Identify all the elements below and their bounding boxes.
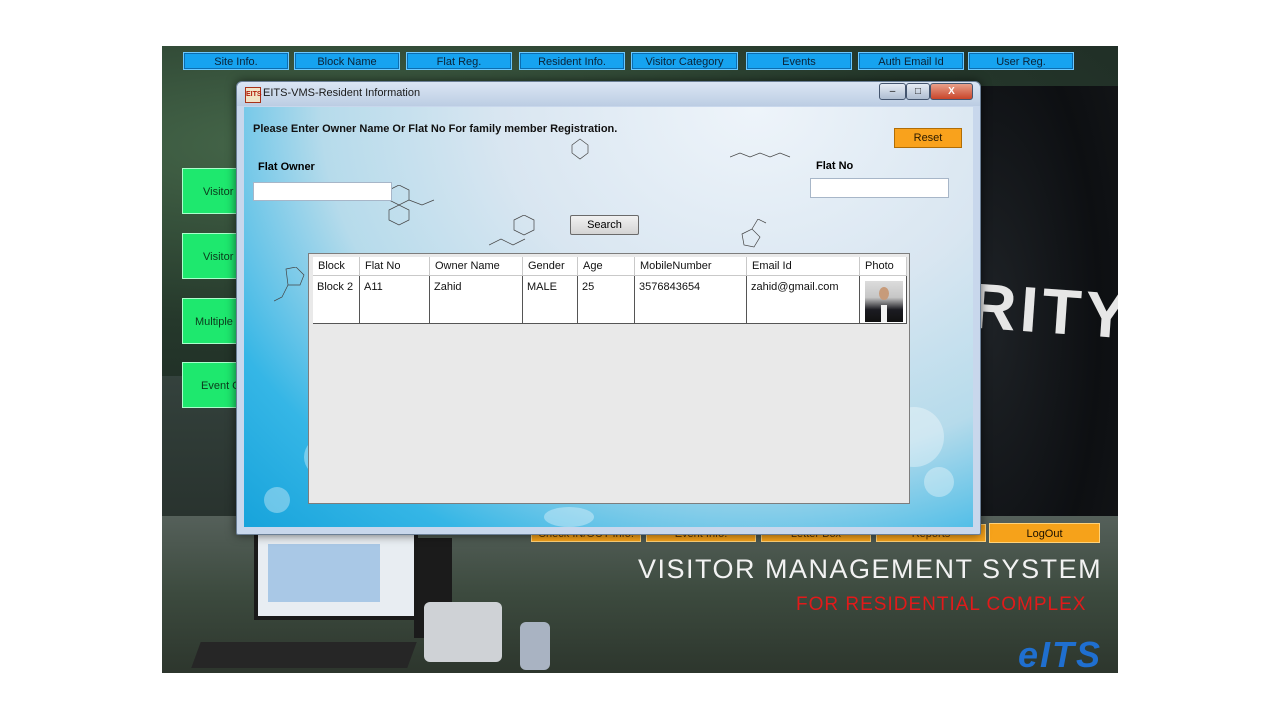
search-button[interactable]: Search xyxy=(570,215,639,235)
cell-email[interactable]: zahid@gmail.com xyxy=(747,276,860,324)
bokeh-decoration xyxy=(924,467,954,497)
molecule-doodle xyxy=(571,138,589,160)
app-icon: EITS xyxy=(245,87,262,103)
nav-resident-info-button[interactable]: Resident Info. xyxy=(519,52,625,70)
app-title: VISITOR MANAGEMENT SYSTEM xyxy=(638,554,1103,584)
resident-info-dialog: EITS EITS-VMS-Resident Information – □ X xyxy=(236,81,981,535)
maximize-button[interactable]: □ xyxy=(906,83,930,100)
nav-auth-email-button[interactable]: Auth Email Id xyxy=(858,52,964,70)
resident-table: Block Flat No Owner Name Gender Age Mobi… xyxy=(308,253,910,504)
close-button[interactable]: X xyxy=(930,83,973,100)
flat-owner-label: Flat Owner xyxy=(258,161,315,173)
keyboard-image xyxy=(191,642,417,668)
reset-button[interactable]: Reset xyxy=(894,128,962,148)
nav-visitor-category-button[interactable]: Visitor Category xyxy=(631,52,738,70)
flat-no-label: Flat No xyxy=(816,160,854,172)
dialog-title: EITS-VMS-Resident Information xyxy=(263,87,421,99)
cell-owner-name[interactable]: Zahid xyxy=(430,276,523,324)
molecule-doodle xyxy=(730,152,791,158)
table-row[interactable]: Block 2 A11 Zahid MALE 25 3576843654 zah… xyxy=(313,276,907,324)
table-header: Block Flat No Owner Name Gender Age Mobi… xyxy=(313,257,907,276)
nav-events-button[interactable]: Events xyxy=(746,52,852,70)
column-header-photo[interactable]: Photo xyxy=(860,257,907,276)
column-header-email[interactable]: Email Id xyxy=(747,257,860,276)
minimize-button[interactable]: – xyxy=(879,83,906,100)
column-header-flat-no[interactable]: Flat No xyxy=(360,257,430,276)
molecule-doodle xyxy=(274,267,305,302)
cell-block[interactable]: Block 2 xyxy=(313,276,360,324)
dialog-body: Please Enter Owner Name Or Flat No For f… xyxy=(244,107,973,527)
cell-flat-no[interactable]: A11 xyxy=(360,276,430,324)
column-header-block[interactable]: Block xyxy=(313,257,360,276)
app-subtitle: FOR RESIDENTIAL COMPLEX xyxy=(796,594,1087,615)
molecule-doodle xyxy=(489,215,535,246)
eits-logo: eITS xyxy=(1018,634,1103,673)
column-header-age[interactable]: Age xyxy=(578,257,635,276)
flat-no-input[interactable] xyxy=(810,178,949,198)
resident-photo xyxy=(865,281,903,322)
cell-age[interactable]: 25 xyxy=(578,276,635,324)
logout-button[interactable]: LogOut xyxy=(989,523,1100,543)
nav-site-info-button[interactable]: Site Info. xyxy=(183,52,289,70)
cell-mobile[interactable]: 3576843654 xyxy=(635,276,747,324)
fingerprint-scanner-image xyxy=(520,622,550,670)
dialog-titlebar[interactable]: EITS EITS-VMS-Resident Information – □ X xyxy=(237,82,980,106)
column-header-owner-name[interactable]: Owner Name xyxy=(430,257,523,276)
column-header-mobile[interactable]: MobileNumber xyxy=(635,257,747,276)
column-header-gender[interactable]: Gender xyxy=(523,257,578,276)
label-printer-image xyxy=(424,602,502,662)
monitor-image xyxy=(254,530,418,620)
bokeh-decoration xyxy=(264,487,290,513)
nav-block-name-button[interactable]: Block Name xyxy=(294,52,400,70)
cell-photo[interactable] xyxy=(860,276,907,324)
security-jacket-text: RITY xyxy=(967,269,1118,353)
bokeh-decoration xyxy=(544,507,594,527)
flat-owner-input[interactable] xyxy=(253,182,392,201)
cell-gender[interactable]: MALE xyxy=(523,276,578,324)
nav-flat-reg-button[interactable]: Flat Reg. xyxy=(406,52,512,70)
instruction-text: Please Enter Owner Name Or Flat No For f… xyxy=(253,123,618,135)
nav-user-reg-button[interactable]: User Reg. xyxy=(968,52,1074,70)
